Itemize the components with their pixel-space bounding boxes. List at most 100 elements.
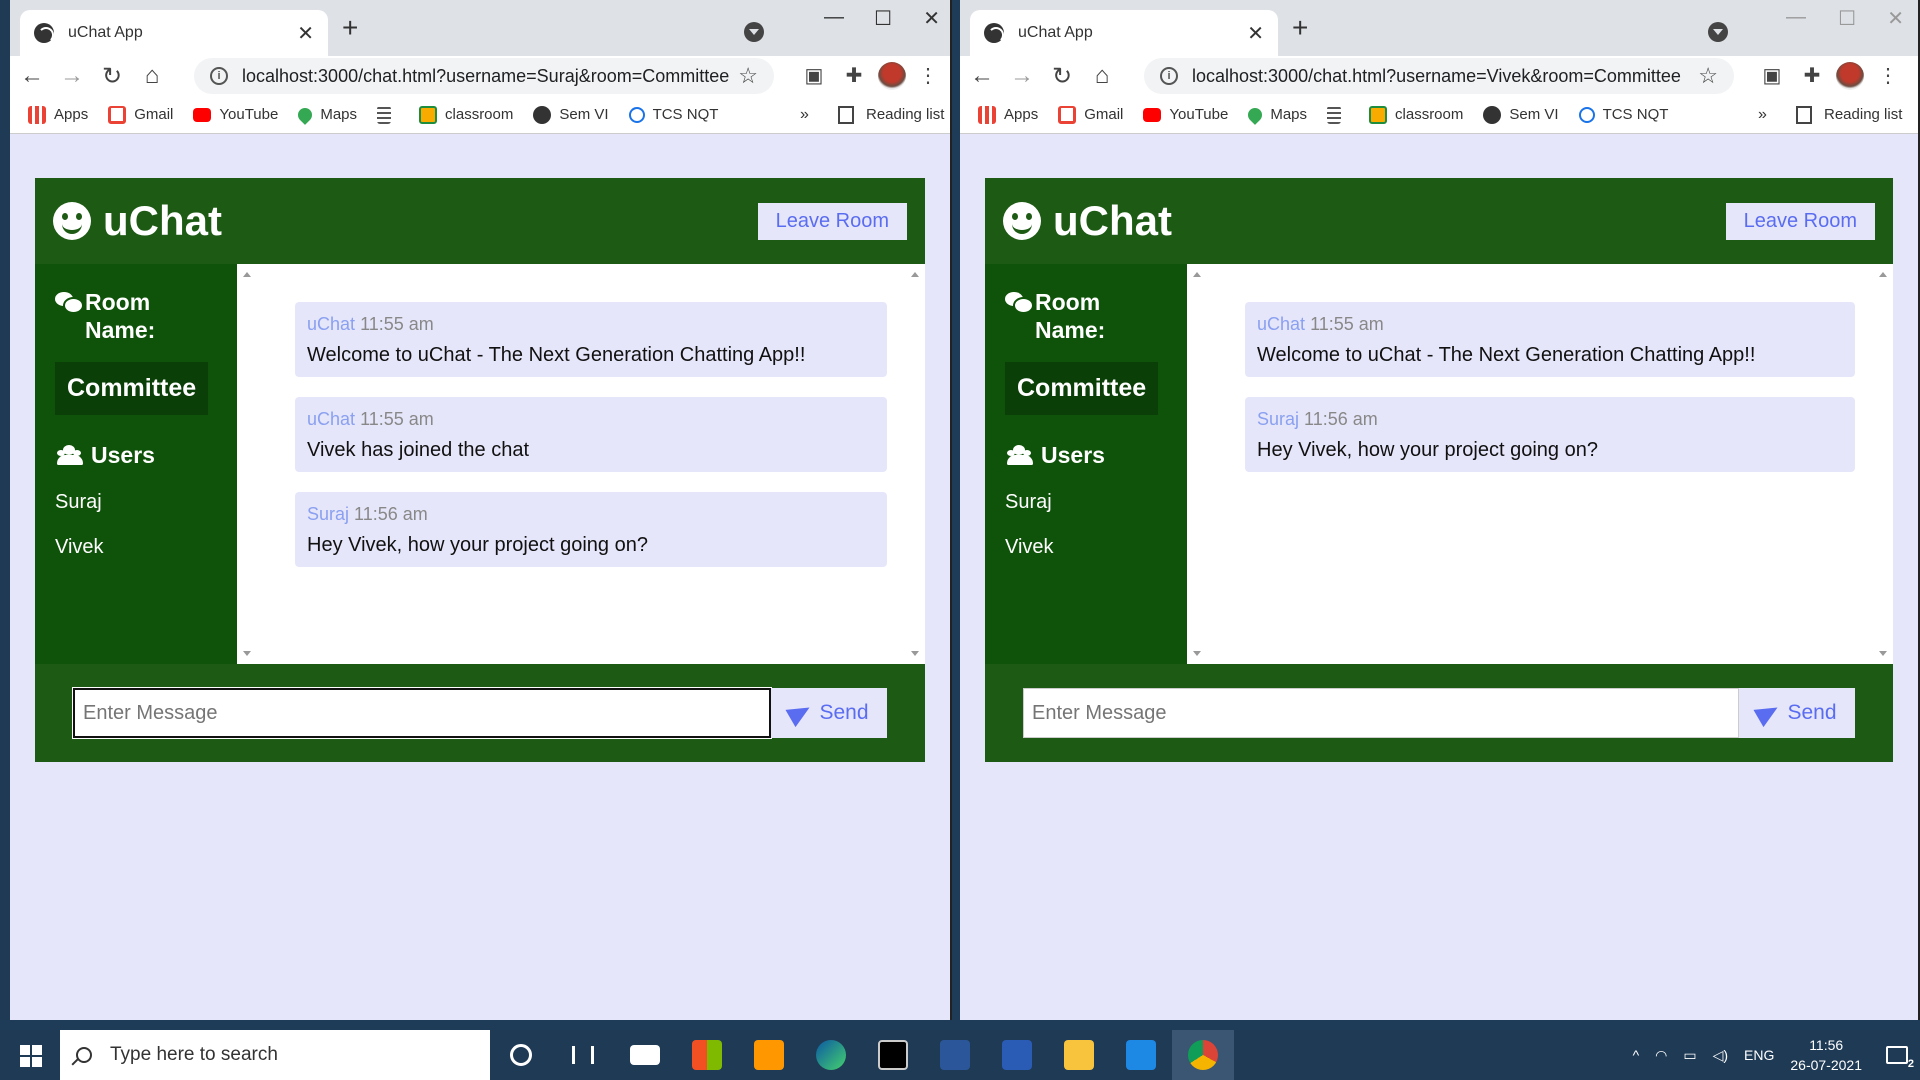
forward-icon[interactable]: → (54, 62, 90, 90)
address-bar[interactable]: i localhost:3000/chat.html?username=Sura… (194, 58, 774, 94)
minimize-icon[interactable]: — (824, 6, 844, 29)
bookmark-star-icon[interactable]: ☆ (1698, 63, 1718, 89)
windows-start-icon[interactable] (0, 1030, 60, 1080)
home-icon[interactable]: ⌂ (1084, 62, 1120, 90)
close-window-icon[interactable]: ✕ (1887, 6, 1904, 31)
message-input[interactable] (1023, 688, 1739, 738)
scroll-up-icon[interactable] (243, 272, 251, 277)
info-icon[interactable]: i (210, 67, 228, 85)
bookmark-sem-vi[interactable]: Sem VI (1483, 105, 1559, 124)
chrome-icon[interactable] (1172, 1030, 1234, 1080)
wifi-icon[interactable]: ◠ (1655, 1047, 1667, 1064)
leave-room-button[interactable]: Leave Room (1725, 202, 1875, 240)
extension-icon[interactable]: ▣ (802, 64, 826, 88)
scroll-down-icon[interactable] (1879, 651, 1887, 656)
scroll-up-icon[interactable] (911, 272, 919, 277)
bookmark-gmail[interactable]: Gmail (1058, 105, 1123, 124)
new-tab-icon[interactable]: + (1292, 14, 1308, 42)
minimize-icon[interactable]: — (1786, 6, 1806, 29)
task-view-icon[interactable] (552, 1030, 614, 1080)
messages-panel[interactable]: uChat 11:55 am Welcome to uChat - The Ne… (237, 264, 925, 664)
reload-icon[interactable]: ↻ (94, 62, 130, 91)
reading-list-button[interactable]: Reading list (1796, 105, 1902, 124)
file-explorer-icon[interactable] (1048, 1030, 1110, 1080)
gmail-icon (108, 105, 127, 124)
menu-icon[interactable]: ⋮ (1876, 64, 1900, 88)
user-item: Vivek (55, 536, 104, 558)
menu-icon[interactable]: ⋮ (916, 64, 940, 88)
bookmark-unnamed[interactable] (377, 105, 399, 124)
bookmark-youtube[interactable]: YouTube (1143, 106, 1228, 123)
bookmark-apps[interactable]: Apps (28, 105, 88, 124)
maximize-icon[interactable]: ☐ (874, 6, 892, 31)
info-icon[interactable]: i (1160, 67, 1178, 85)
bookmark-maps[interactable]: Maps (295, 104, 357, 125)
edge-icon[interactable] (800, 1030, 862, 1080)
bookmark-classroom[interactable]: classroom (419, 105, 513, 124)
language-indicator[interactable]: ENG (1744, 1047, 1774, 1063)
back-icon[interactable]: ← (14, 62, 50, 90)
new-tab-icon[interactable]: + (342, 14, 358, 42)
bookmark-tcs-nqt[interactable]: TCS NQT (1578, 106, 1668, 123)
clock[interactable]: 11:56 26-07-2021 (1790, 1035, 1862, 1075)
battery-icon[interactable]: ▭ (1683, 1047, 1696, 1064)
bookmarks-overflow-icon[interactable]: » (800, 106, 809, 124)
browser-tab[interactable]: uChat App ✕ (970, 10, 1278, 56)
scroll-up-icon[interactable] (1879, 272, 1887, 277)
scroll-down-icon[interactable] (911, 651, 919, 656)
message-input[interactable] (72, 687, 772, 739)
scroll-down-icon[interactable] (243, 651, 251, 656)
close-window-icon[interactable]: ✕ (923, 6, 940, 31)
tab-search-icon[interactable] (744, 22, 764, 42)
close-tab-icon[interactable]: ✕ (1247, 21, 1264, 46)
left-scrollbar[interactable] (1187, 264, 1207, 664)
sublime-text-icon[interactable] (738, 1030, 800, 1080)
bookmark-tcs-nqt[interactable]: TCS NQT (628, 106, 718, 123)
bookmark-star-icon[interactable]: ☆ (738, 63, 758, 89)
back-icon[interactable]: ← (964, 62, 1000, 90)
right-scrollbar[interactable] (905, 264, 925, 664)
notification-icon[interactable]: 2 (1886, 1046, 1914, 1070)
bookmark-unnamed[interactable] (1327, 105, 1349, 124)
bookmark-gmail[interactable]: Gmail (108, 105, 173, 124)
terminal-icon[interactable] (862, 1030, 924, 1080)
extension-icon[interactable]: ▣ (1760, 64, 1784, 88)
bookmark-apps[interactable]: Apps (978, 105, 1038, 124)
home-icon[interactable]: ⌂ (134, 62, 170, 90)
bookmarks-overflow-icon[interactable]: » (1758, 106, 1767, 124)
bookmark-sem-vi[interactable]: Sem VI (533, 105, 609, 124)
powershell-icon[interactable] (986, 1030, 1048, 1080)
reload-icon[interactable]: ↻ (1044, 62, 1080, 91)
mail-icon[interactable] (614, 1030, 676, 1080)
message-user: uChat (307, 314, 356, 334)
bookmark-maps[interactable]: Maps (1245, 104, 1307, 125)
right-scrollbar[interactable] (1873, 264, 1893, 664)
scroll-up-icon[interactable] (1193, 272, 1201, 277)
word-icon[interactable] (924, 1030, 986, 1080)
profile-avatar[interactable] (878, 62, 906, 90)
vscode-icon[interactable] (1110, 1030, 1172, 1080)
puzzle-icon[interactable]: ✚ (842, 64, 866, 88)
bookmark-classroom[interactable]: classroom (1369, 105, 1463, 124)
puzzle-icon[interactable]: ✚ (1800, 64, 1824, 88)
volume-icon[interactable]: ◁) (1713, 1047, 1728, 1064)
send-button[interactable]: Send (1739, 688, 1855, 738)
browser-tab[interactable]: uChat App ✕ (20, 10, 328, 56)
address-bar[interactable]: i localhost:3000/chat.html?username=Vive… (1144, 58, 1734, 94)
taskbar-search[interactable]: Type here to search (60, 1030, 490, 1080)
profile-avatar[interactable] (1836, 62, 1864, 90)
chevron-up-icon[interactable]: ^ (1633, 1047, 1640, 1063)
bookmark-youtube[interactable]: YouTube (193, 106, 278, 123)
send-button[interactable]: Send (771, 688, 887, 738)
forward-icon[interactable]: → (1004, 62, 1040, 90)
close-tab-icon[interactable]: ✕ (297, 21, 314, 46)
maximize-icon[interactable]: ☐ (1838, 6, 1856, 31)
tab-search-icon[interactable] (1708, 22, 1728, 42)
leave-room-button[interactable]: Leave Room (757, 202, 907, 240)
messages-panel[interactable]: uChat 11:55 am Welcome to uChat - The Ne… (1187, 264, 1893, 664)
store-icon[interactable] (676, 1030, 738, 1080)
scroll-down-icon[interactable] (1193, 651, 1201, 656)
reading-list-button[interactable]: Reading list (838, 105, 944, 124)
left-scrollbar[interactable] (237, 264, 257, 664)
cortana-icon[interactable] (490, 1030, 552, 1080)
